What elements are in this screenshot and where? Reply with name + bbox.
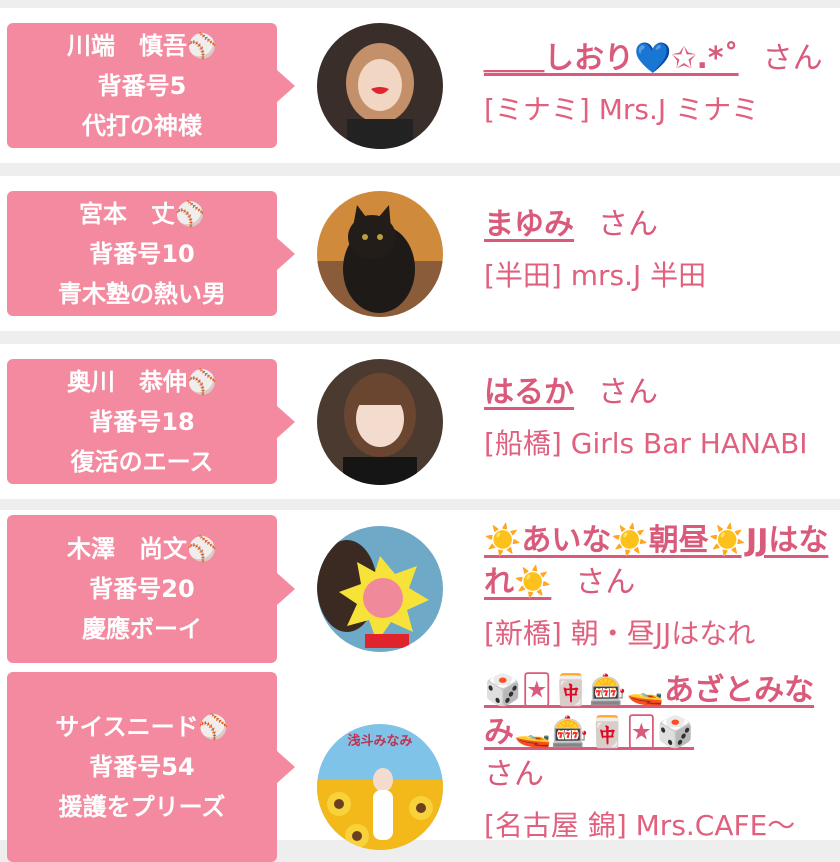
cast-name-link[interactable]: 🎲🃏🀄🎰🚤あざとみなみ🚤🎰🀄🃏🎲 [484,673,814,750]
cast-avatar[interactable] [317,191,443,317]
cast-info: ＿＿しおり💙✩.*˚ さん [ミナミ] Mrs.J ミナミ [484,38,832,132]
honorific: さん [484,757,544,792]
player-number: 背番号20 [89,575,195,603]
cast-name-link[interactable]: ＿＿しおり💙✩.*˚ [484,41,739,76]
baseball-icon: ⚾ [187,535,217,563]
player-name: 奥川 恭伸 [67,367,188,396]
cast-row[interactable]: 川端 慎吾⚾ 背番号5 代打の神様 ＿＿しおり💙✩.*˚ さん [ミナミ] Mrs… [0,8,840,163]
photo-portrait-icon [317,23,443,149]
player-number: 背番号5 [97,71,187,100]
player-badge: 川端 慎吾⚾ 背番号5 代打の神様 [7,23,295,148]
cast-avatar[interactable]: 浅斗みなみ [317,724,443,850]
cast-avatar[interactable] [317,359,443,485]
player-name: サイスニード [55,713,199,741]
baseball-icon: ⚾ [175,199,205,228]
shop-name: [ミナミ] Mrs.J ミナミ [484,93,760,126]
shop-name: [名古屋 錦] Mrs.CAFE〜 [484,809,796,842]
player-catchphrase: 青木塾の熱い男 [58,279,226,308]
player-badge: 宮本 丈⚾ 背番号10 青木塾の熱い男 [7,191,295,316]
cast-info: はるか さん [船橋] Girls Bar HANABI [484,372,832,466]
cast-row[interactable]: 奥川 恭伸⚾ 背番号18 復活のエース はるか さん [船橋] Girls Bar… [0,344,840,499]
player-number: 背番号54 [89,753,195,781]
cast-row[interactable]: 木澤 尚文⚾ 背番号20 慶應ボーイ ☀️あいな☀️朝昼☀️JJはなれ☀️ さん … [0,510,840,668]
fist-sticker-icon [317,526,443,652]
player-catchphrase: 慶應ボーイ [82,615,202,643]
player-catchphrase: 復活のエース [70,447,214,476]
cast-name-link[interactable]: はるか [484,375,574,410]
cast-row[interactable]: サイスニード⚾ 背番号54 援護をプリーズ 浅斗みなみ 🎲🃏🀄🎰🚤あざとみなみ🚤… [0,668,840,862]
player-badge: 奥川 恭伸⚾ 背番号18 復活のエース [7,359,295,484]
shop-name: [新橋] 朝・昼JJはなれ [484,617,756,650]
honorific: さん [575,565,636,600]
player-catchphrase: 代打の神様 [82,111,202,140]
player-catchphrase: 援護をプリーズ [58,793,226,821]
player-number: 背番号10 [89,239,195,268]
cast-info: 🎲🃏🀄🎰🚤あざとみなみ🚤🎰🀄🃏🎲 さん [名古屋 錦] Mrs.CAFE〜 [484,670,832,848]
shop-name: [船橋] Girls Bar HANABI [484,427,808,460]
honorific: さん [598,375,658,410]
player-name: 木澤 尚文 [67,535,188,563]
cast-row[interactable]: 宮本 丈⚾ 背番号10 青木塾の熱い男 まゆみ さん [半田] mrs.J 半田 [0,176,840,331]
photo-portrait-icon [317,359,443,485]
cast-avatar[interactable] [317,526,443,652]
player-name: 川端 慎吾 [67,31,188,60]
cast-avatar[interactable] [317,23,443,149]
player-badge: 木澤 尚文⚾ 背番号20 慶應ボーイ [7,515,295,663]
honorific: さん [598,207,658,242]
honorific: さん [762,41,823,76]
baseball-icon: ⚾ [187,367,217,396]
cast-info: ☀️あいな☀️朝昼☀️JJはなれ☀️ さん [新橋] 朝・昼JJはなれ [484,520,832,656]
black-cat-icon [317,191,443,317]
baseball-icon: ⚾ [198,713,229,741]
avatar-caption: 浅斗みなみ [347,734,413,749]
cast-list: 川端 慎吾⚾ 背番号5 代打の神様 ＿＿しおり💙✩.*˚ さん [ミナミ] Mrs… [0,0,840,862]
cast-name-link[interactable]: まゆみ [484,207,574,242]
player-badge: サイスニード⚾ 背番号54 援護をプリーズ [7,672,295,862]
player-name: 宮本 丈 [79,199,176,228]
baseball-icon: ⚾ [187,31,217,60]
cast-info: まゆみ さん [半田] mrs.J 半田 [484,204,832,298]
player-number: 背番号18 [89,407,195,436]
shop-name: [半田] mrs.J 半田 [484,259,707,292]
cast-name-link[interactable]: ☀️あいな☀️朝昼☀️JJはなれ☀️ [484,523,828,600]
